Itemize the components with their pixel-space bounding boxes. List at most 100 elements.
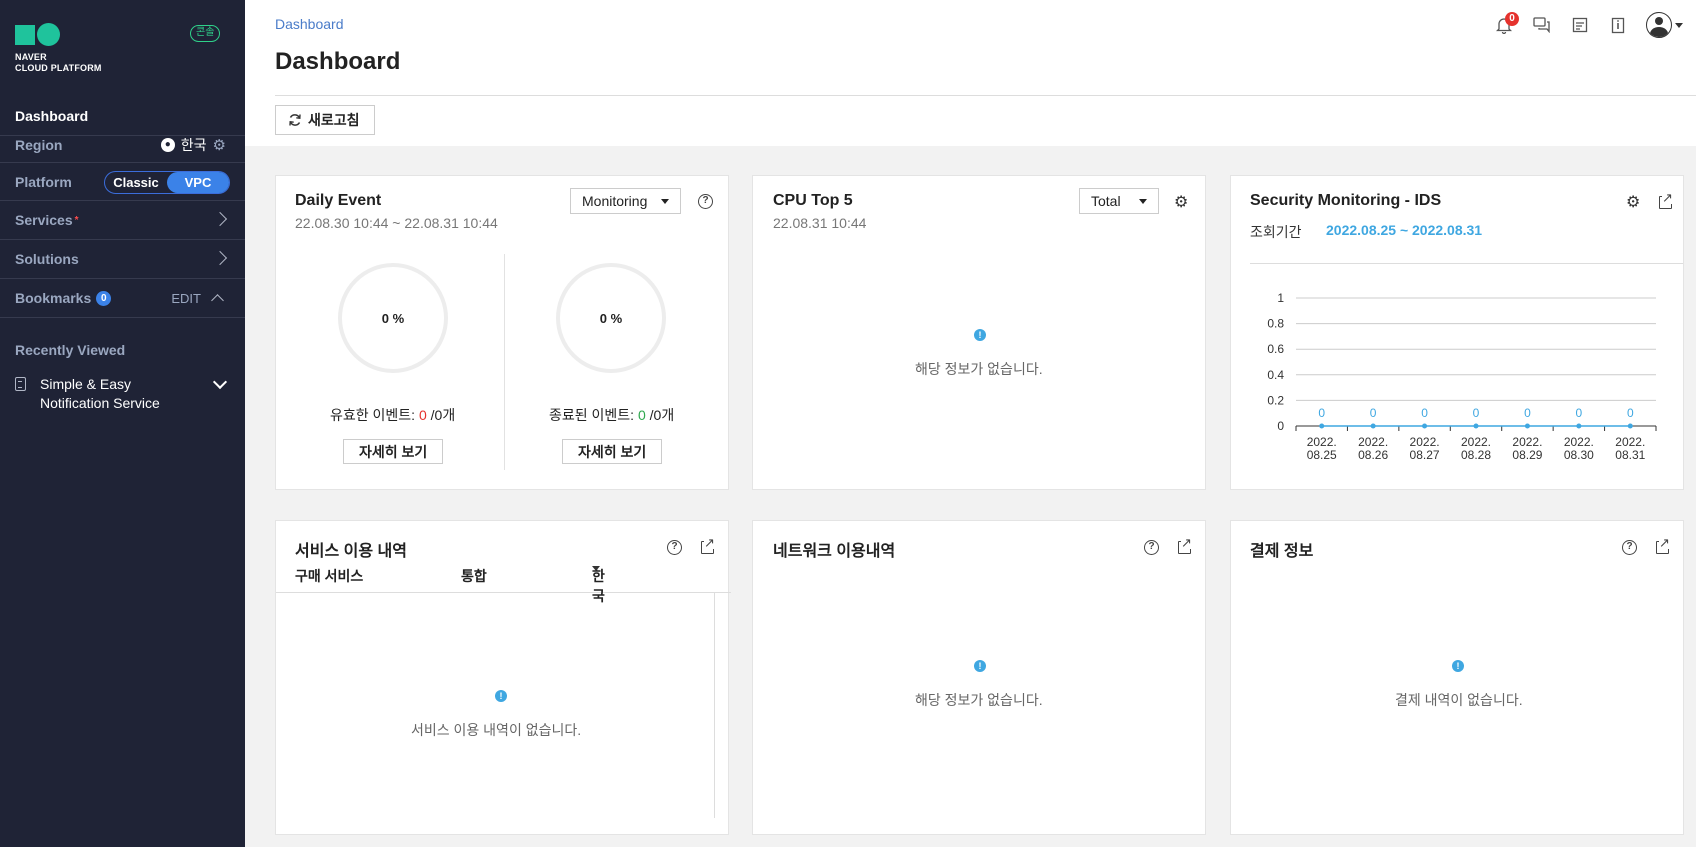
closed-event-count: 0: [637, 407, 646, 423]
sidebar-item-solutions[interactable]: Solutions: [0, 240, 245, 279]
valid-event-donut: 0 %: [338, 263, 448, 373]
platform-option-classic[interactable]: Classic: [105, 172, 167, 193]
empty-message: 해당 정보가 없습니다.: [915, 692, 1043, 708]
data-point: [1576, 423, 1582, 429]
platform-toggle[interactable]: Classic VPC: [104, 171, 230, 194]
x-tick-label: 08.26: [1358, 448, 1388, 462]
y-tick-label: 0: [1277, 419, 1284, 433]
valid-event-total: /0개: [426, 407, 456, 423]
donut-percent: 0 %: [381, 310, 405, 326]
valid-event-count: 0: [418, 407, 427, 423]
refresh-button[interactable]: 새로고침: [275, 105, 375, 135]
info-icon: !: [1452, 660, 1464, 672]
ids-line-chart: 00.20.40.60.8102022.08.2502022.08.260202…: [1267, 291, 1657, 462]
platform-label: Platform: [15, 173, 72, 190]
data-label: 0: [1473, 406, 1480, 420]
platform-option-vpc[interactable]: VPC: [167, 172, 229, 193]
help-icon[interactable]: ?: [698, 194, 713, 209]
sidebar-item-services[interactable]: Services *: [0, 201, 245, 240]
data-label: 0: [1524, 406, 1531, 420]
gear-icon[interactable]: ⚙: [1174, 192, 1188, 212]
donut-percent: 0 %: [599, 310, 623, 326]
help-icon[interactable]: ?: [1144, 540, 1159, 555]
data-label: 0: [1318, 406, 1325, 420]
new-indicator-icon: *: [74, 214, 79, 226]
x-tick-label: 2022.: [1512, 435, 1542, 449]
recently-viewed-heading: Recently Viewed: [15, 342, 126, 358]
notification-count-badge: 0: [1505, 12, 1519, 26]
x-tick-label: 2022.: [1461, 435, 1491, 449]
sidebar-item-region[interactable]: Region ● 한국 ⚙: [0, 127, 245, 163]
chat-icon[interactable]: [1532, 15, 1552, 35]
card-title: 결제 정보: [1250, 543, 1314, 560]
closed-event-text: 종료된 이벤트:: [549, 407, 638, 423]
console-badge[interactable]: 콘솔: [190, 25, 221, 42]
cpu-total-select[interactable]: Total: [1079, 188, 1159, 214]
x-tick-label: 08.30: [1564, 448, 1594, 462]
empty-message: 서비스 이용 내역이 없습니다.: [411, 722, 582, 738]
service-usage-card: 서비스 이용 내역 ? 구매 서비스 통합 한국 ! 서비스 이용 내역이 없습…: [275, 520, 731, 835]
bookmarks-count-badge: 0: [96, 290, 112, 306]
external-link-icon[interactable]: [1659, 191, 1673, 209]
payment-info-card: 결제 정보 ? ! 결제 내역이 없습니다.: [1230, 520, 1684, 835]
x-tick-label: 2022.: [1307, 435, 1337, 449]
recent-item[interactable]: Simple & Easy Notification Service: [15, 374, 230, 413]
logo-text: NAVER CLOUD PLATFORM: [15, 52, 102, 74]
info-icon: !: [974, 329, 986, 341]
user-menu[interactable]: [1646, 12, 1683, 38]
caret-down-icon: [1675, 22, 1683, 28]
external-link-icon[interactable]: [1656, 536, 1670, 554]
caret-down-icon: [1138, 198, 1147, 204]
gear-icon[interactable]: ⚙: [1626, 192, 1640, 212]
network-usage-card: 네트워크 이용내역 ? ! 해당 정보가 없습니다.: [752, 520, 1206, 835]
y-tick-label: 0.8: [1267, 317, 1284, 331]
data-label: 0: [1370, 406, 1377, 420]
external-link-icon[interactable]: [1178, 536, 1192, 554]
sidebar-item-platform: Platform Classic VPC: [0, 163, 245, 201]
closed-event-detail-button[interactable]: 자세히 보기: [562, 439, 663, 464]
bookmarks-edit-button[interactable]: EDIT: [171, 291, 201, 306]
x-tick-label: 08.29: [1512, 448, 1542, 462]
chevron-up-icon[interactable]: [211, 294, 224, 307]
select-value: Total: [1091, 193, 1121, 209]
help-icon[interactable]: ?: [667, 540, 682, 555]
caret-down-icon: [661, 198, 670, 204]
chevron-down-icon[interactable]: [212, 374, 228, 390]
sidebar-item-bookmarks[interactable]: Bookmarks 0 EDIT: [0, 279, 245, 318]
region-gear-icon[interactable]: ⚙: [213, 136, 226, 154]
period-value: 2022.08.25 ~ 2022.08.31: [1326, 222, 1483, 238]
region-selector[interactable]: ● 한국 ⚙: [160, 135, 226, 155]
sidebar-item-label: Solutions: [15, 251, 79, 267]
y-tick-label: 0.6: [1267, 342, 1284, 356]
cpu-top5-time: 22.08.31 10:44: [773, 215, 867, 231]
naver-cloud-logo[interactable]: NAVER CLOUD PLATFORM: [15, 23, 102, 74]
region-value: 한국: [180, 136, 207, 153]
scrollbar[interactable]: [714, 593, 730, 818]
data-point: [1370, 423, 1376, 429]
empty-message: 결제 내역이 없습니다.: [1395, 692, 1523, 708]
service-table-header: 구매 서비스 통합 한국: [276, 566, 731, 604]
info-icon: !: [495, 690, 507, 702]
x-tick-label: 2022.: [1564, 435, 1594, 449]
valid-event-text: 유효한 이벤트:: [330, 407, 419, 423]
data-point: [1422, 423, 1428, 429]
card-title: CPU Top 5: [773, 192, 853, 209]
x-tick-label: 08.28: [1461, 448, 1491, 462]
logo-line1: NAVER: [15, 52, 47, 62]
info-book-icon[interactable]: [1608, 15, 1628, 35]
daily-event-filter-select[interactable]: Monitoring: [570, 188, 682, 214]
recent-item-line2: Notification Service: [40, 395, 160, 411]
board-icon[interactable]: [1570, 15, 1590, 35]
external-link-icon[interactable]: [701, 536, 715, 554]
logo-line2: CLOUD PLATFORM: [15, 63, 102, 73]
valid-event-detail-button[interactable]: 자세히 보기: [343, 439, 444, 464]
sidebar-item-label: Services: [15, 212, 73, 228]
caret-down-icon: [592, 566, 600, 571]
cpu-top5-card: CPU Top 5 22.08.31 10:44 Total ⚙ ! 해당 정보…: [752, 175, 1206, 490]
valid-event-label: 유효한 이벤트: 0 /0개: [330, 405, 455, 425]
card-title: Daily Event: [295, 192, 382, 209]
notification-bell-icon[interactable]: 0: [1494, 12, 1519, 35]
logo-square: [15, 24, 35, 45]
breadcrumb[interactable]: Dashboard: [275, 16, 344, 32]
help-icon[interactable]: ?: [1622, 540, 1637, 555]
